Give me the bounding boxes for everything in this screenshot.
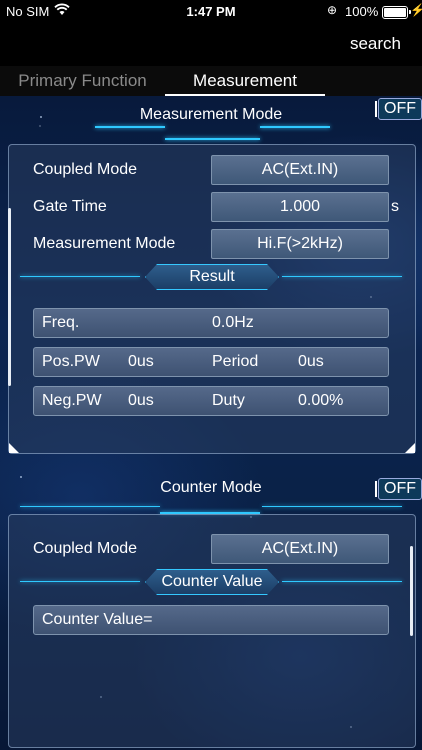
negpw-label: Neg.PW [42,392,102,409]
header-glow-line [165,138,260,140]
measurement-mode-title: Measurement Mode [139,106,283,123]
measurement-mode-toggle[interactable]: OFF [375,98,422,120]
counter-mode-title: Counter Mode [160,479,262,496]
period-label: Period [212,353,259,370]
measurement-mode-label: Measurement Mode [33,235,176,252]
tab-measurement-label: Measurement [193,71,297,90]
result-glow-line [20,276,140,277]
coupled-mode-select[interactable]: AC(Ext.IN) [211,155,389,185]
coupled-mode-label: Coupled Mode [33,161,138,178]
status-bar: No SIM 1:47 PM ⊕ 100% ⚡ [0,0,422,22]
result-banner: Result [145,264,279,290]
duty-label: Duty [212,392,245,409]
counter-value-banner: Counter Value [145,569,279,595]
tab-primary-function[interactable]: Primary Function [0,66,165,96]
charging-icon: ⚡ [410,3,422,17]
result-glow-line [282,276,402,277]
counter-value-label: Counter Value= [42,611,153,628]
freq-value: 0.0Hz [212,314,254,331]
freq-label: Freq. [42,314,80,331]
header-glow-line [260,126,330,128]
counter-header-glow-line [20,506,160,507]
battery-percent: 100% [345,4,379,19]
measurement-toggle-label: OFF [384,100,416,117]
tab-measurement[interactable]: Measurement [165,66,325,96]
search-button[interactable]: search [350,34,401,54]
freq-row: Freq. 0.0Hz [33,308,389,338]
gate-time-label: Gate Time [33,198,107,215]
measurement-mode-select[interactable]: Hi.F(>2kHz) [211,229,389,259]
gate-time-input[interactable]: 1.000 [211,192,389,222]
counter-coupled-mode-label: Coupled Mode [33,540,138,557]
negpw-duty-row: Neg.PW 0us Duty 0.00% [33,386,389,416]
period-value: 0us [298,353,324,370]
counter-scroll-indicator [410,546,413,636]
counter-value-glow-line [20,581,140,582]
duty-value: 0.00% [298,392,344,409]
content-area: Measurement Mode OFF Coupled Mode AC(Ext… [0,96,422,750]
battery-icon [382,6,411,19]
counter-toggle-label: OFF [384,480,416,497]
orientation-lock-icon: ⊕ [327,3,338,17]
pospw-label: Pos.PW [42,353,100,370]
header-glow-line [95,126,165,128]
scroll-indicator [8,208,11,386]
counter-coupled-mode-select[interactable]: AC(Ext.IN) [211,534,389,564]
counter-mode-toggle[interactable]: OFF [375,478,422,500]
pospw-value: 0us [128,353,154,370]
gate-time-unit: s [391,198,399,215]
counter-value-row: Counter Value= [33,605,389,635]
nav-bar: search [0,22,422,66]
tab-bar: Primary Function Measurement [0,66,422,96]
negpw-value: 0us [128,392,154,409]
counter-value-glow-line [282,581,402,582]
pulse-period-row: Pos.PW 0us Period 0us [33,347,389,377]
counter-header-glow-line [262,506,402,507]
